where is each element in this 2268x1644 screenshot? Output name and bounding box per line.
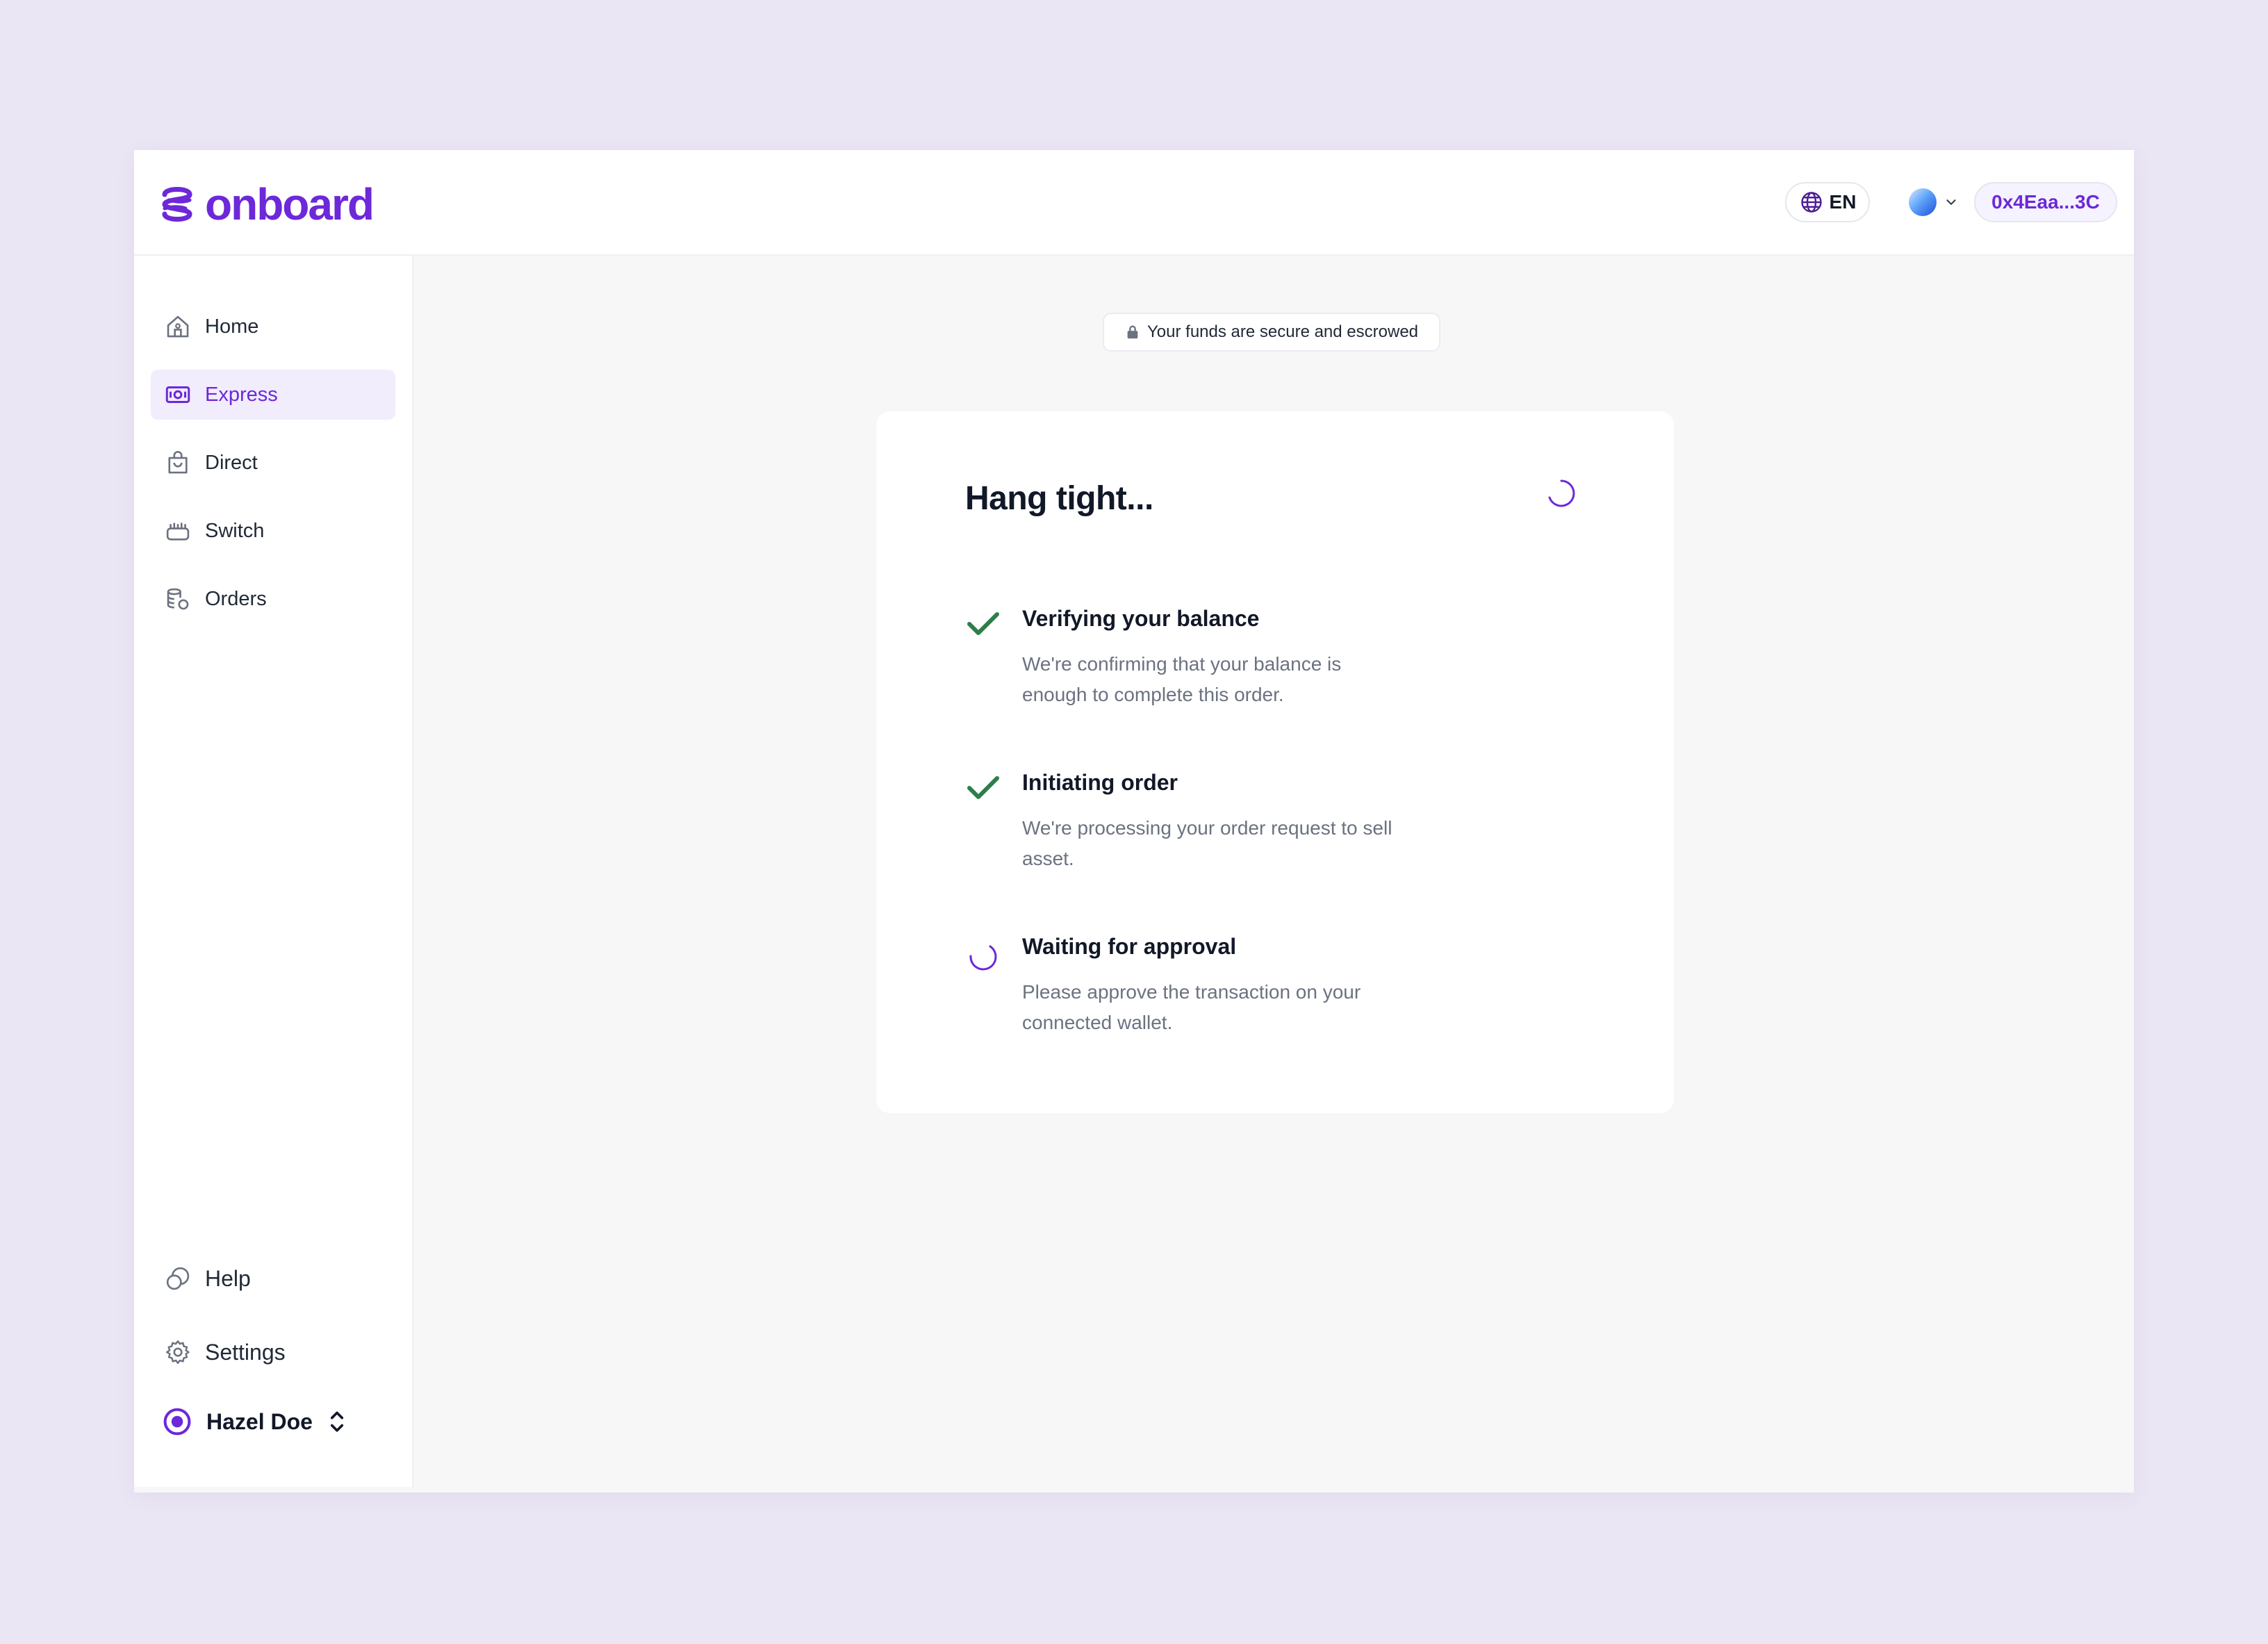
language-label: EN xyxy=(1829,191,1857,213)
spinner-icon xyxy=(1548,479,1575,507)
logo-icon xyxy=(162,187,192,222)
sidebar-item-orders[interactable]: Orders xyxy=(151,574,395,624)
spinner-icon xyxy=(969,945,997,971)
globe-icon xyxy=(1800,192,1822,213)
step-description: We're confirming that your balance is en… xyxy=(1022,653,1342,705)
sidebar-item-label: Orders xyxy=(205,587,267,610)
sidebar-item-label: Help xyxy=(205,1265,251,1291)
gear-icon xyxy=(166,1340,190,1364)
orders-icon xyxy=(167,588,189,610)
sidebar-item-label: Home xyxy=(205,315,259,338)
sidebar-item-help[interactable]: Help xyxy=(151,1253,395,1304)
sidebar-item-settings[interactable]: Settings xyxy=(151,1327,395,1377)
sidebar-item-express[interactable]: Express xyxy=(151,370,395,420)
chevron-up-down-icon xyxy=(330,1411,344,1432)
user-account-switcher[interactable]: Hazel Doe xyxy=(162,1401,347,1442)
avatar xyxy=(163,1408,191,1436)
home-icon xyxy=(167,315,189,338)
sidebar-item-label: Express xyxy=(205,383,278,406)
network-selector[interactable] xyxy=(1899,182,1969,222)
sidebar-item-label: Switch xyxy=(205,519,265,542)
network-icon xyxy=(1909,188,1937,216)
secure-badge: Your funds are secure and escrowed xyxy=(1103,313,1440,352)
app-window: onboard EN 0x4Eaa...3C Home Express Direct… xyxy=(134,150,2134,1493)
secure-badge-text: Your funds are secure and escrowed xyxy=(1147,322,1419,341)
lock-icon xyxy=(1127,325,1138,339)
chevron-down-icon xyxy=(1946,199,1956,205)
logo-text: onboard xyxy=(205,179,375,229)
wallet-address-button[interactable]: 0x4Eaa...3C xyxy=(1974,182,2117,222)
logo[interactable]: onboard xyxy=(159,176,375,232)
sidebar-item-label: Direct xyxy=(205,451,258,474)
direct-icon xyxy=(168,451,188,474)
step-description: Please approve the transaction on your c… xyxy=(1022,981,1361,1033)
user-name: Hazel Doe xyxy=(206,1408,313,1434)
check-icon xyxy=(967,776,999,799)
sidebar-item-switch[interactable]: Switch xyxy=(151,506,395,556)
step-title: Waiting for approval xyxy=(1022,934,1237,959)
wallet-address: 0x4Eaa...3C xyxy=(1991,191,2100,213)
sidebar-item-label: Settings xyxy=(205,1339,286,1365)
help-icon xyxy=(166,1267,190,1290)
language-selector[interactable]: EN xyxy=(1785,182,1870,222)
sidebar: Home Express Direct Switch Orders Help Setting… xyxy=(134,256,413,1487)
progress-card: Hang tight... Verifying your balance We'… xyxy=(876,411,1674,1113)
top-header: onboard EN 0x4Eaa...3C xyxy=(134,150,2134,256)
step-title: Verifying your balance xyxy=(1022,606,1260,631)
step-description: We're processing your order request to s… xyxy=(1022,817,1392,869)
sidebar-item-direct[interactable]: Direct xyxy=(151,438,395,488)
step-title: Initiating order xyxy=(1022,770,1178,795)
check-icon xyxy=(967,612,999,635)
switch-icon xyxy=(166,523,190,541)
sidebar-item-home[interactable]: Home xyxy=(151,302,395,352)
express-icon xyxy=(165,386,190,403)
card-title: Hang tight... xyxy=(965,480,1153,517)
